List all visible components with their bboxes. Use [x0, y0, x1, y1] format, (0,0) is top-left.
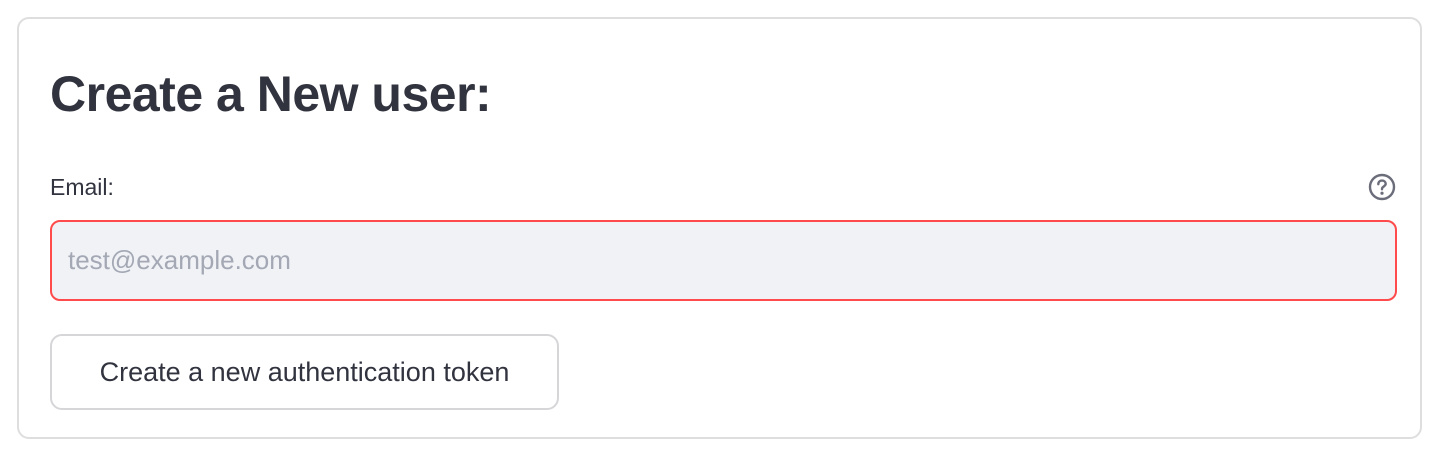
- create-user-form-card: Create a New user: Email: Create a new a…: [17, 17, 1422, 439]
- email-input[interactable]: [50, 220, 1397, 301]
- create-token-button[interactable]: Create a new authentication token: [50, 334, 559, 410]
- question-circle-icon[interactable]: [1367, 172, 1397, 202]
- email-label: Email:: [50, 174, 114, 200]
- form-title: Create a New user:: [50, 66, 492, 122]
